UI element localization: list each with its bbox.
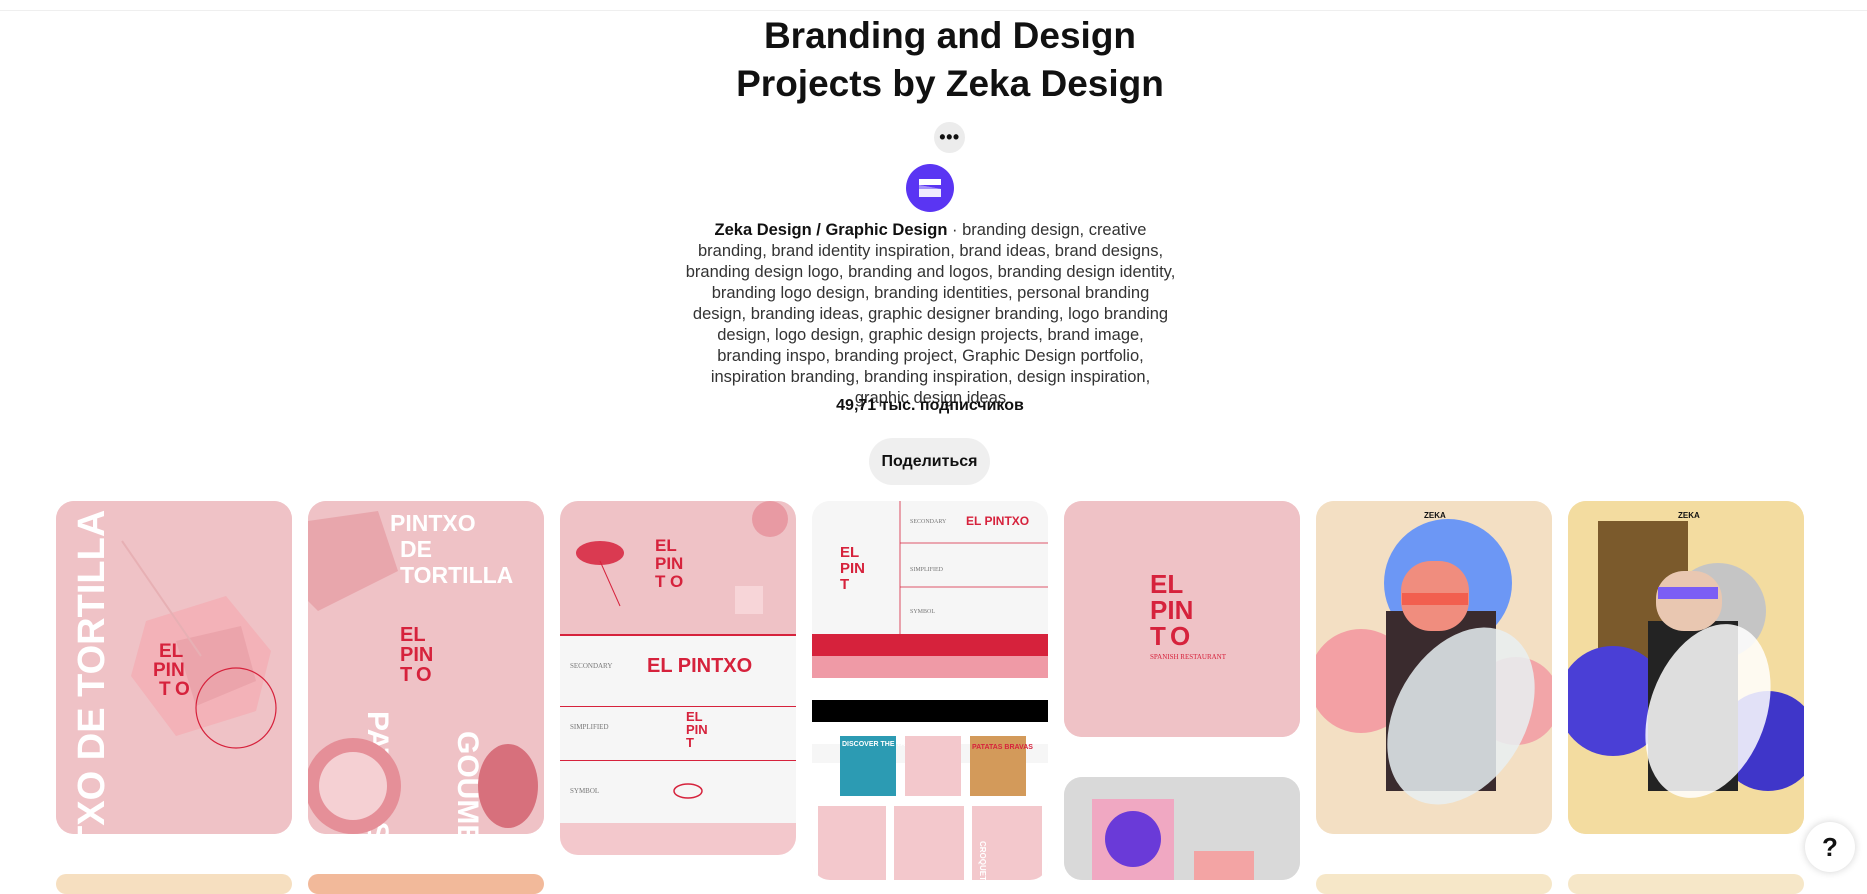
pin-brand: ZEKA bbox=[1678, 511, 1700, 520]
pin-card[interactable] bbox=[1568, 874, 1804, 894]
ellipsis-icon: ••• bbox=[939, 127, 960, 147]
logo-line-o: O bbox=[416, 664, 432, 686]
pin-brand: ZEKA bbox=[1424, 511, 1446, 520]
logo-line-t: T bbox=[686, 735, 694, 750]
logo-wide: EL PINTXO bbox=[647, 655, 752, 677]
logo-line-pin: PIN bbox=[840, 560, 865, 577]
logo-label: SECONDARY bbox=[910, 519, 947, 525]
more-options-button[interactable]: ••• bbox=[934, 122, 965, 153]
logo-line-pin: PIN bbox=[400, 644, 433, 666]
board-description: Zeka Design / Graphic Design · branding … bbox=[683, 220, 1178, 409]
board-title: Branding and Design Projects by Zeka Des… bbox=[0, 12, 1867, 108]
logo-line-pin: PIN bbox=[655, 554, 683, 573]
logo-line-t: T bbox=[159, 679, 171, 700]
pin-title-line: DE bbox=[400, 536, 432, 562]
top-nav-bar bbox=[0, 0, 1867, 11]
separator: · bbox=[947, 221, 963, 239]
logo-line-t: T bbox=[655, 572, 666, 591]
pin-card[interactable]: PINTXO DE TORTILLA EL PIN T O bbox=[56, 501, 292, 834]
followers-count[interactable]: 49,71 тыс. подписчиков bbox=[0, 397, 1860, 415]
pin-image: EL PIN T SECONDARY EL PINTXO SIMPLIFIED … bbox=[812, 501, 1048, 880]
pin-image bbox=[1064, 777, 1300, 880]
pin-image: PINTXO DE TORTILLA EL PIN T O PATATAS GO… bbox=[308, 501, 544, 834]
logo-label: SIMPLIFIED bbox=[910, 567, 944, 573]
logo-label: SIMPLIFIED bbox=[570, 723, 609, 731]
logo-line-pin: PIN bbox=[153, 660, 185, 681]
owner-name-link[interactable]: Zeka Design / Graphic Design bbox=[715, 221, 948, 239]
logo-line-t: T bbox=[840, 576, 849, 593]
pin-image: EL PIN T O SPANISH RESTAURANT bbox=[1064, 501, 1300, 737]
patatas-text: PATATAS BRAVAS bbox=[972, 744, 1033, 751]
owner-avatar[interactable] bbox=[906, 164, 954, 212]
share-button[interactable]: Поделиться bbox=[869, 438, 990, 485]
pin-vertical-text: PINTXO DE TORTILLA bbox=[71, 510, 113, 834]
logo-line-o: O bbox=[670, 572, 683, 591]
pin-image: EL PIN T O SECONDARY EL PINTXO SIMPLIFIE… bbox=[560, 501, 796, 855]
logo-line-el: EL bbox=[840, 544, 859, 561]
board-title-line-2: Projects by Zeka Design bbox=[736, 63, 1164, 104]
croquetas-text: CROQUETAS bbox=[978, 841, 987, 880]
help-button[interactable]: ? bbox=[1805, 822, 1855, 872]
logo-label: SECONDARY bbox=[570, 662, 612, 670]
logo-line-o: O bbox=[175, 679, 190, 700]
pin-card[interactable]: ZEKA bbox=[1568, 501, 1804, 834]
zeka-logo-icon bbox=[919, 179, 941, 197]
logo-line-el: EL bbox=[159, 641, 184, 662]
pin-card[interactable] bbox=[56, 874, 292, 894]
pin-card[interactable] bbox=[1316, 874, 1552, 894]
logo-subtitle: SPANISH RESTAURANT bbox=[1150, 653, 1227, 661]
pin-card[interactable]: PINTXO DE TORTILLA EL PIN T O PATATAS GO… bbox=[308, 501, 544, 834]
pin-card[interactable]: EL PIN T SECONDARY EL PINTXO SIMPLIFIED … bbox=[812, 501, 1048, 880]
pin-card[interactable] bbox=[1064, 777, 1300, 880]
board-title-line-1: Branding and Design bbox=[763, 15, 1137, 56]
pin-image: PINTXO DE TORTILLA EL PIN T O bbox=[56, 501, 292, 834]
pin-card[interactable]: EL PIN T O SPANISH RESTAURANT bbox=[1064, 501, 1300, 737]
pin-image: ZEKA bbox=[1316, 501, 1552, 834]
pin-title-line: TORTILLA bbox=[400, 562, 513, 588]
logo-wide: EL PINTXO bbox=[966, 514, 1029, 528]
pin-title-line: PINTXO bbox=[390, 510, 476, 536]
pin-card[interactable]: EL PIN T O SECONDARY EL PINTXO SIMPLIFIE… bbox=[560, 501, 796, 855]
description-text: branding design, creative branding, bran… bbox=[685, 221, 1176, 407]
logo-line-el: EL bbox=[655, 536, 677, 555]
pin-image: ZEKA bbox=[1568, 501, 1804, 834]
logo-line-t: T bbox=[1150, 621, 1166, 651]
logo-label: SYMBOL bbox=[910, 609, 935, 615]
pin-card[interactable]: ZEKA bbox=[1316, 501, 1552, 834]
logo-line-t: T bbox=[400, 664, 412, 686]
pin-card[interactable] bbox=[308, 874, 544, 894]
logo-line-o: O bbox=[1170, 621, 1190, 651]
logo-label: SYMBOL bbox=[570, 787, 599, 795]
logo-line-el: EL bbox=[400, 624, 426, 646]
